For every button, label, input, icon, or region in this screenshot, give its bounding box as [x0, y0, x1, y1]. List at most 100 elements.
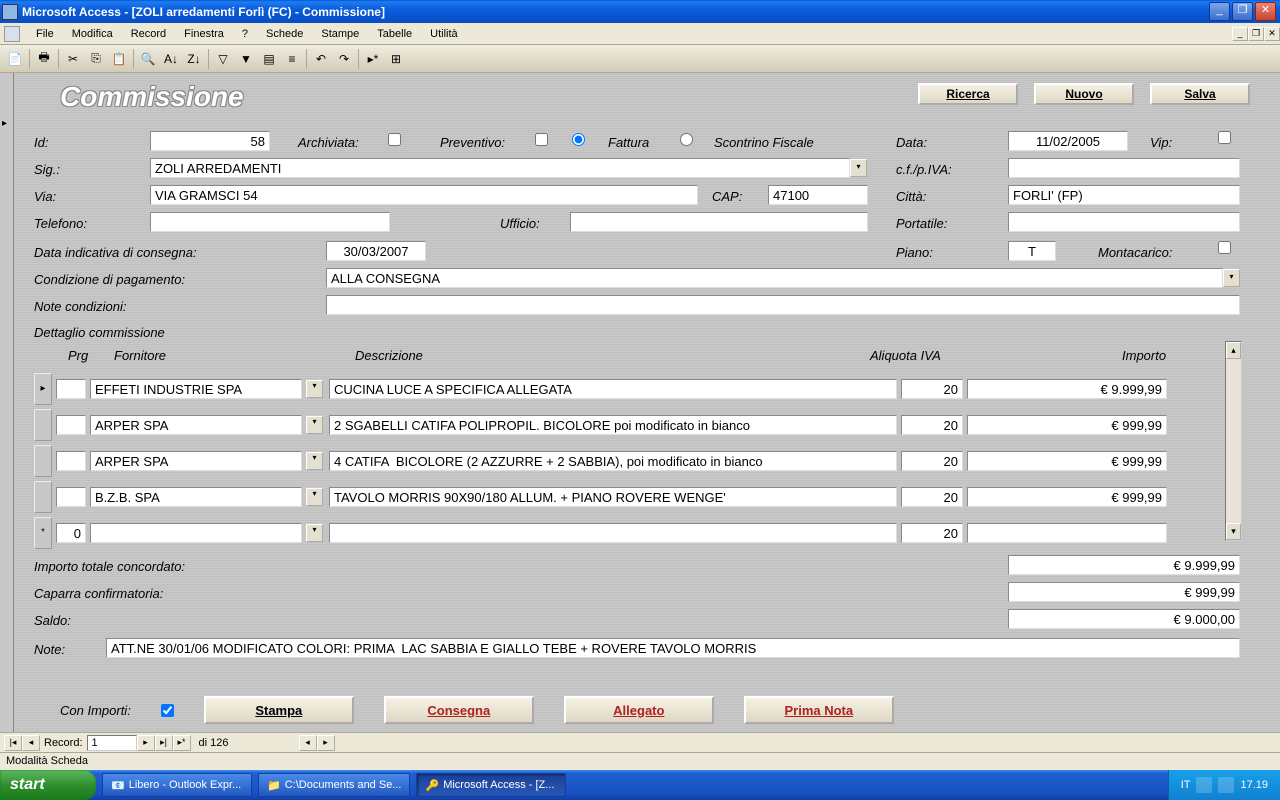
- cell-importo[interactable]: [967, 523, 1167, 543]
- tool-redo-icon[interactable]: ↷: [333, 48, 355, 70]
- row-selector[interactable]: [34, 445, 52, 477]
- cell-prg[interactable]: [56, 415, 86, 435]
- tray-icon-1[interactable]: [1196, 777, 1212, 793]
- start-button[interactable]: start: [0, 770, 96, 800]
- scontrino-radio[interactable]: [680, 133, 693, 146]
- tool-sort-desc-icon[interactable]: Z↓: [183, 48, 205, 70]
- nav-hscroll-right-icon[interactable]: ▸: [317, 735, 335, 751]
- row-selector[interactable]: *: [34, 517, 52, 549]
- cell-fornitore[interactable]: [90, 379, 302, 399]
- fattura-radio[interactable]: [572, 133, 585, 146]
- tray-lang[interactable]: IT: [1181, 779, 1191, 791]
- note-field[interactable]: [106, 638, 1240, 658]
- tool-list-icon[interactable]: ≡: [281, 48, 303, 70]
- cell-descrizione[interactable]: [329, 451, 897, 471]
- fornitore-dropdown-icon[interactable]: ▾: [306, 416, 323, 434]
- tool-undo-icon[interactable]: ↶: [310, 48, 332, 70]
- cell-prg[interactable]: [56, 487, 86, 507]
- record-current[interactable]: [87, 735, 137, 751]
- allegato-button[interactable]: Allegato: [564, 696, 714, 724]
- vip-checkbox[interactable]: [1218, 131, 1231, 144]
- nav-last-icon[interactable]: ▸|: [155, 735, 173, 751]
- fornitore-dropdown-icon[interactable]: ▾: [306, 488, 323, 506]
- cond-pagamento-field[interactable]: [326, 268, 1223, 288]
- menu-file[interactable]: File: [28, 26, 62, 42]
- cap-field[interactable]: [768, 185, 868, 205]
- menu-schede[interactable]: Schede: [258, 26, 311, 42]
- archiviata-checkbox[interactable]: [388, 133, 401, 146]
- tool-copy-icon[interactable]: ⎘: [85, 48, 107, 70]
- row-selector[interactable]: ▸: [34, 373, 52, 405]
- record-selector[interactable]: [0, 73, 14, 732]
- nav-new-icon[interactable]: ▸*: [173, 735, 191, 751]
- scroll-up-icon[interactable]: ▴: [1226, 342, 1241, 359]
- cell-aliquota[interactable]: [901, 523, 963, 543]
- menu-finestra[interactable]: Finestra: [176, 26, 232, 42]
- data-consegna-field[interactable]: [326, 241, 426, 261]
- cell-fornitore[interactable]: [90, 415, 302, 435]
- cell-aliquota[interactable]: [901, 379, 963, 399]
- mdi-close[interactable]: ✕: [1264, 27, 1280, 41]
- cell-prg[interactable]: [56, 379, 86, 399]
- piano-field[interactable]: [1008, 241, 1056, 261]
- cell-descrizione[interactable]: [329, 415, 897, 435]
- cell-aliquota[interactable]: [901, 451, 963, 471]
- nav-next-icon[interactable]: ▸: [137, 735, 155, 751]
- data-field[interactable]: [1008, 131, 1128, 151]
- via-field[interactable]: [150, 185, 698, 205]
- cell-fornitore[interactable]: [90, 487, 302, 507]
- cfpiva-field[interactable]: [1008, 158, 1240, 178]
- task-access[interactable]: 🔑Microsoft Access - [Z...: [416, 773, 566, 797]
- montacarico-checkbox[interactable]: [1218, 241, 1231, 254]
- tool-design-icon[interactable]: ⊞: [385, 48, 407, 70]
- tool-new-icon[interactable]: ▸*: [362, 48, 384, 70]
- cell-importo[interactable]: [967, 379, 1167, 399]
- cell-aliquota[interactable]: [901, 415, 963, 435]
- cond-pagamento-dropdown-icon[interactable]: ▾: [1223, 269, 1240, 287]
- tool-cut-icon[interactable]: ✂: [62, 48, 84, 70]
- fornitore-dropdown-icon[interactable]: ▾: [306, 452, 323, 470]
- cell-descrizione[interactable]: [329, 487, 897, 507]
- menu-modifica[interactable]: Modifica: [64, 26, 121, 42]
- ufficio-field[interactable]: [570, 212, 868, 232]
- nav-first-icon[interactable]: |◂: [4, 735, 22, 751]
- cell-importo[interactable]: [967, 451, 1167, 471]
- task-explorer[interactable]: 📁C:\Documents and Se...: [258, 773, 410, 797]
- nav-hscroll-left-icon[interactable]: ◂: [299, 735, 317, 751]
- fornitore-dropdown-icon[interactable]: ▾: [306, 380, 323, 398]
- tool-filter-icon[interactable]: ▽: [212, 48, 234, 70]
- saldo-field[interactable]: [1008, 609, 1240, 629]
- portatile-field[interactable]: [1008, 212, 1240, 232]
- maximize-button[interactable]: ❐: [1232, 2, 1253, 21]
- tool-open-icon[interactable]: 📄: [4, 48, 26, 70]
- importo-totale-field[interactable]: [1008, 555, 1240, 575]
- cell-fornitore[interactable]: [90, 451, 302, 471]
- cell-fornitore[interactable]: [90, 523, 302, 543]
- menu-record[interactable]: Record: [123, 26, 174, 42]
- tool-sort-asc-icon[interactable]: A↓: [160, 48, 182, 70]
- con-importi-checkbox[interactable]: [161, 704, 174, 717]
- mdi-minimize[interactable]: _: [1232, 27, 1248, 41]
- caparra-field[interactable]: [1008, 582, 1240, 602]
- minimize-button[interactable]: _: [1209, 2, 1230, 21]
- cell-descrizione[interactable]: [329, 523, 897, 543]
- cell-importo[interactable]: [967, 487, 1167, 507]
- menu-tabelle[interactable]: Tabelle: [369, 26, 420, 42]
- stampa-button[interactable]: Stampa: [204, 696, 354, 724]
- cell-descrizione[interactable]: [329, 379, 897, 399]
- sig-field[interactable]: [150, 158, 850, 178]
- cell-importo[interactable]: [967, 415, 1167, 435]
- row-selector[interactable]: [34, 409, 52, 441]
- preventivo-checkbox[interactable]: [535, 133, 548, 146]
- prima-nota-button[interactable]: Prima Nota: [744, 696, 894, 724]
- row-selector[interactable]: [34, 481, 52, 513]
- note-cond-field[interactable]: [326, 295, 1240, 315]
- cell-prg[interactable]: [56, 523, 86, 543]
- tool-find-icon[interactable]: 🔍: [137, 48, 159, 70]
- tool-paste-icon[interactable]: 📋: [108, 48, 130, 70]
- menu-utilita[interactable]: Utilità: [422, 26, 466, 42]
- task-outlook[interactable]: 📧Libero - Outlook Expr...: [102, 773, 252, 797]
- nuovo-button[interactable]: Nuovo: [1034, 83, 1134, 105]
- sig-dropdown-icon[interactable]: ▾: [850, 159, 867, 177]
- nav-prev-icon[interactable]: ◂: [22, 735, 40, 751]
